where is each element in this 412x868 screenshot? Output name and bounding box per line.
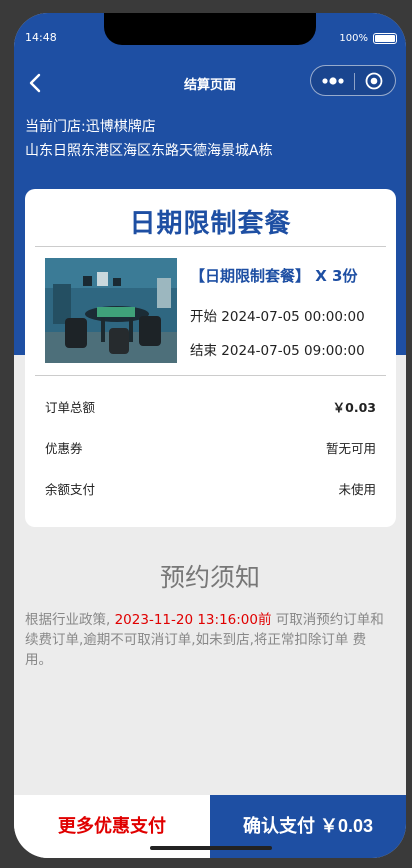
coupon-value: 暂无可用: [325, 441, 376, 456]
notice-deadline: 2023-11-20 13:16:00前: [114, 612, 272, 628]
coupon-row[interactable]: 优惠券 暂无可用: [45, 438, 376, 458]
package-end-time: 结束 2024-07-05 09:00:00: [190, 343, 365, 359]
close-target-icon[interactable]: [365, 72, 383, 90]
store-address: 山东日照东港区海区东路天德海景城A栋: [25, 143, 273, 159]
store-name: 当前门店:迅博棋牌店: [25, 119, 156, 135]
phone-screen: 14:48 100% 结算页面 当前门店:迅博棋牌店 山东日照东港区海区东路天德…: [14, 13, 406, 858]
room-photo: [45, 258, 177, 363]
status-time: 14:48: [25, 31, 57, 44]
mini-program-capsule: [310, 65, 396, 96]
coupon-label: 优惠券: [45, 441, 83, 456]
package-start-time: 开始 2024-07-05 00:00:00: [190, 309, 365, 325]
package-name: 【日期限制套餐】 X 3份: [190, 267, 358, 285]
order-total-label: 订单总额: [45, 400, 96, 415]
capsule-divider: [354, 73, 355, 90]
order-card: 日期限制套餐 【日期限制套餐】 X 3份 开始 2024-07-05 00:00…: [25, 189, 396, 527]
order-total-row: 订单总额 ￥0.03: [45, 397, 376, 417]
more-dots-icon[interactable]: [321, 75, 345, 87]
balance-row[interactable]: 余额支付 未使用: [45, 479, 376, 499]
nav-bar: 结算页面: [14, 63, 406, 103]
battery-icon: [373, 33, 397, 44]
notice-prefix: 根据行业政策,: [25, 612, 115, 628]
home-indicator: [150, 846, 272, 850]
status-bar: 14:48 100%: [14, 28, 406, 48]
order-total-value: ￥0.03: [332, 400, 376, 415]
store-info: 当前门店:迅博棋牌店 山东日照东港区海区东路天德海景城A栋: [25, 115, 273, 163]
balance-value: 未使用: [338, 482, 376, 497]
divider: [35, 375, 386, 376]
package-title: 日期限制套餐: [129, 209, 292, 239]
divider: [35, 246, 386, 247]
balance-label: 余额支付: [45, 482, 96, 497]
battery-percent: 100%: [339, 33, 368, 44]
notice-title: 预约须知: [159, 563, 260, 592]
notice-text: 根据行业政策, 2023-11-20 13:16:00前 可取消预约订单和 续费…: [25, 610, 392, 670]
